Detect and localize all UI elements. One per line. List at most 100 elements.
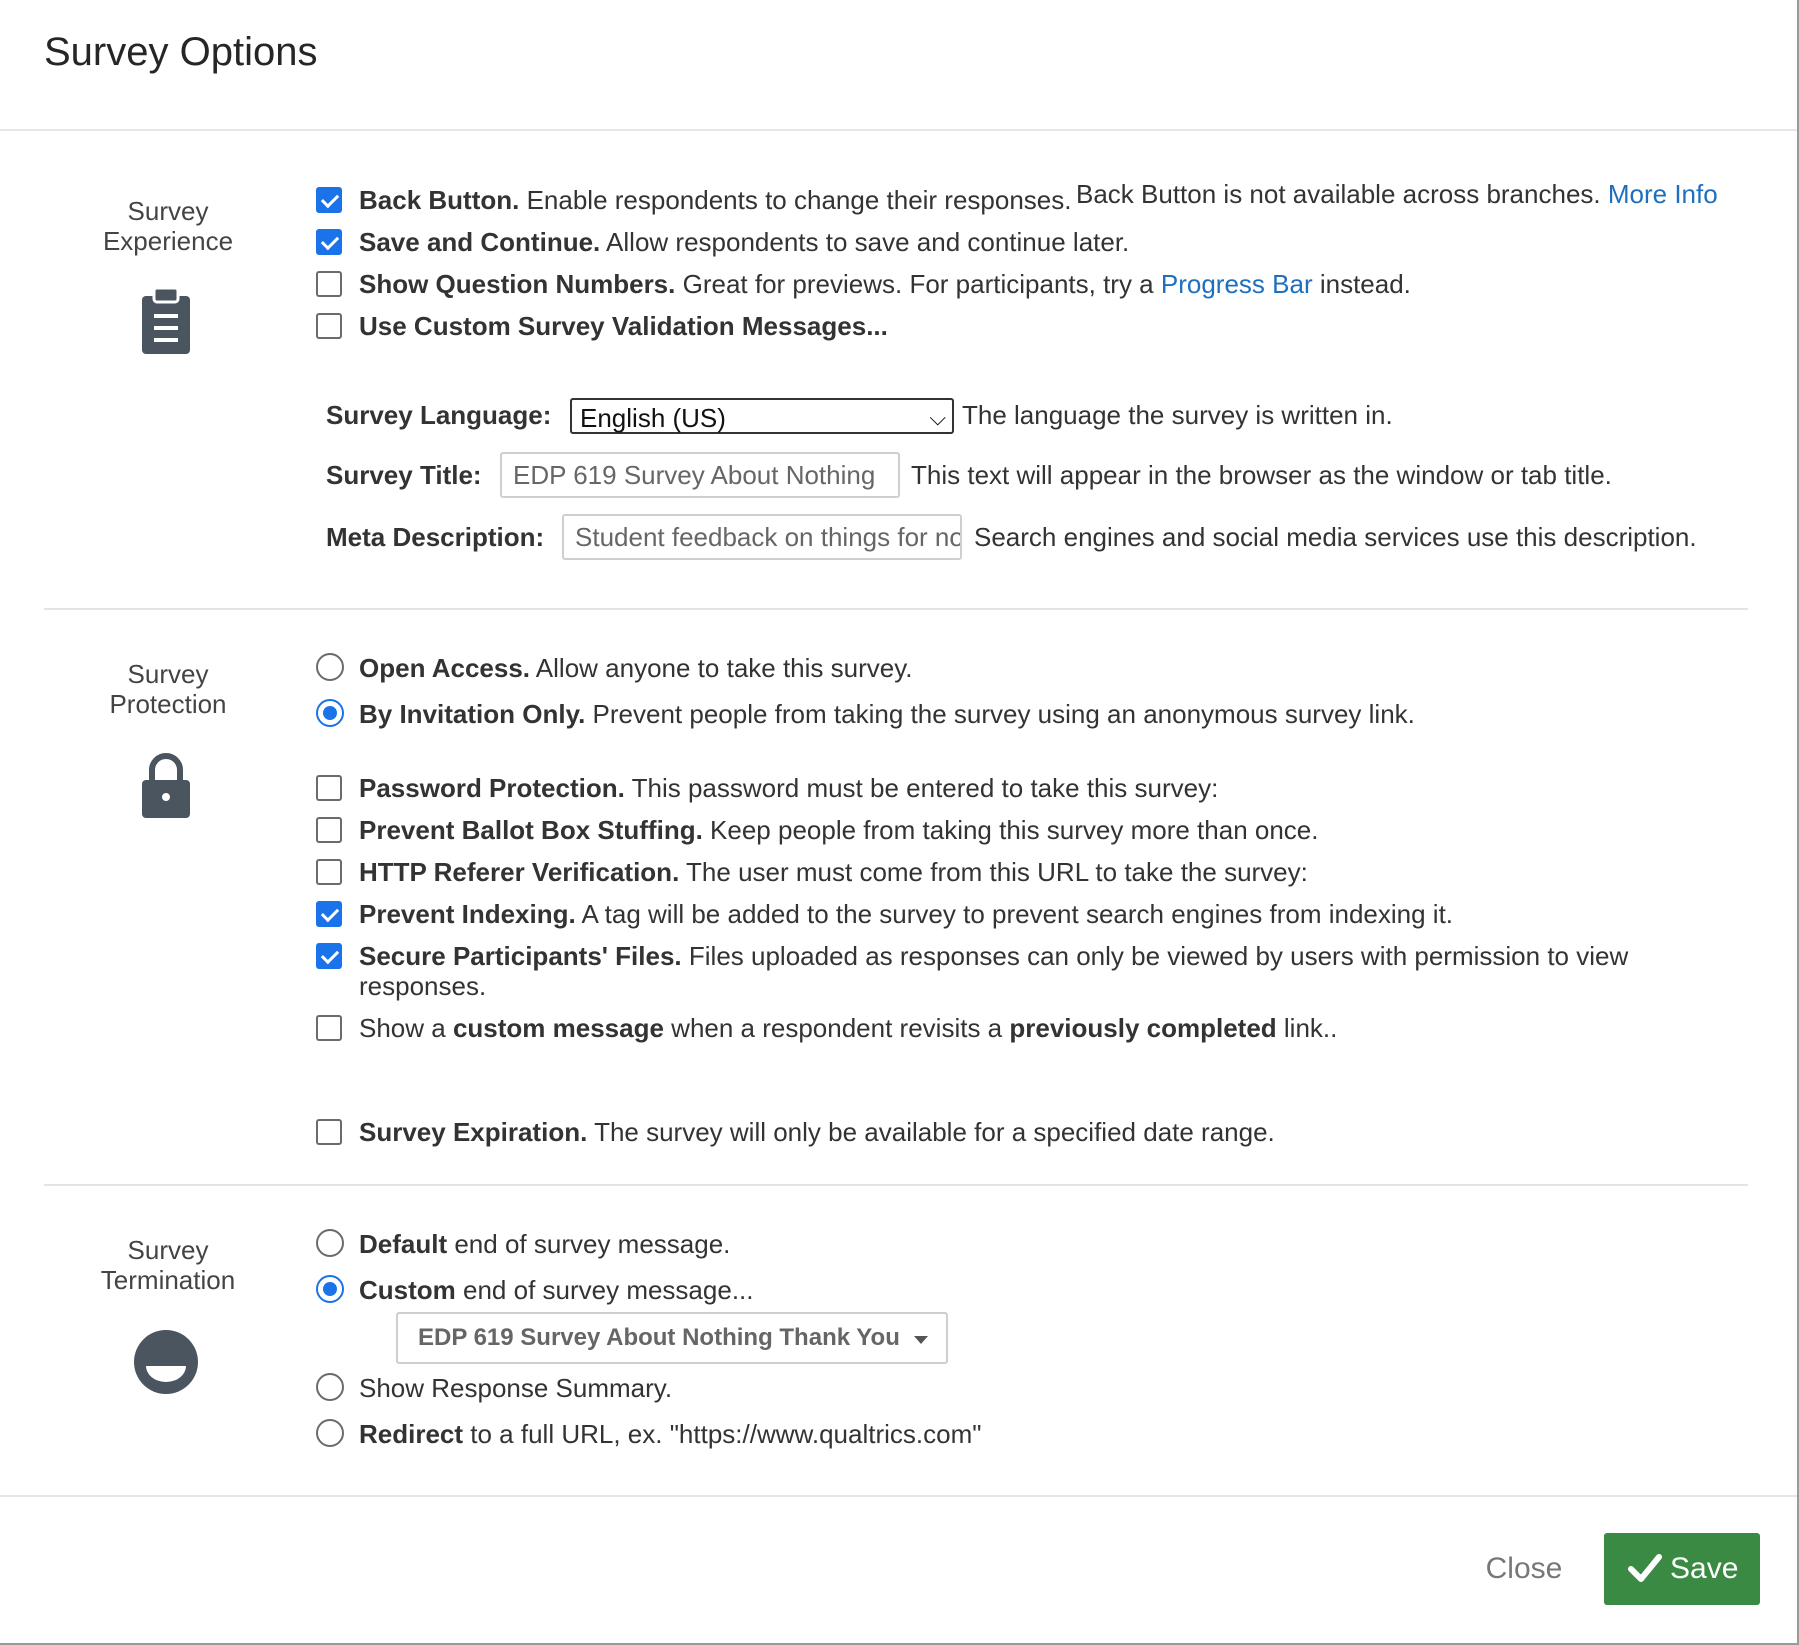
section-label-line: Survey (127, 659, 209, 689)
option-desc: end of survey message. (447, 1229, 731, 1259)
meta-description-desc: Search engines and social media services… (974, 522, 1697, 552)
footer-divider (0, 1495, 1797, 1497)
section-label-termination: Survey Termination (48, 1235, 288, 1295)
password-protection-checkbox[interactable] (316, 775, 342, 801)
section-label-line: Protection (109, 689, 227, 719)
option-title: Save and Continue. (359, 227, 601, 257)
checkmark-icon (1628, 1554, 1662, 1582)
survey-language-select[interactable]: English (US) ⌵ (570, 398, 954, 434)
option-desc: A tag will be added to the survey to pre… (575, 899, 1454, 929)
option-title: By Invitation Only. (359, 699, 586, 729)
option-title: Survey Expiration. (359, 1117, 588, 1147)
custom-end-message-radio[interactable] (316, 1275, 344, 1303)
option-desc: Allow anyone to take this survey. (530, 653, 913, 683)
option-text: Show Response Summary. (359, 1373, 672, 1403)
option-title: Prevent Ballot Box Stuffing. (359, 815, 703, 845)
http-referer-checkbox[interactable] (316, 859, 342, 885)
option-text: Survey Expiration. The survey will only … (359, 1117, 1275, 1147)
option-text: Back Button. Enable respondents to chang… (359, 185, 1072, 215)
option-text: Redirect to a full URL, ex. "https://www… (359, 1419, 981, 1449)
secure-files-checkbox[interactable] (316, 943, 342, 969)
caret-down-icon (914, 1336, 928, 1344)
option-desc: instead. (1312, 269, 1411, 299)
option-title: Back Button. (359, 185, 520, 215)
survey-title-label: Survey Title: (326, 460, 482, 490)
section-divider (44, 608, 1748, 610)
option-desc: The user must come from this URL to take… (679, 857, 1308, 887)
option-desc: Allow respondents to save and continue l… (600, 227, 1130, 257)
survey-options-dialog: Survey Options Survey Experience Back Bu… (0, 0, 1799, 1645)
option-text: Show Question Numbers. Great for preview… (359, 269, 1411, 299)
header-divider (0, 129, 1797, 131)
by-invitation-radio[interactable] (316, 699, 344, 727)
save-button[interactable]: Save (1604, 1533, 1760, 1605)
option-text: Custom end of survey message... (359, 1275, 754, 1305)
question-numbers-checkbox[interactable] (316, 271, 342, 297)
option-text: Password Protection. This password must … (359, 773, 1218, 803)
option-text: Save and Continue. Allow respondents to … (359, 227, 1129, 257)
dialog-title: Survey Options (44, 30, 318, 74)
option-title: Custom (359, 1275, 456, 1305)
option-title: Use Custom Survey Validation Messages... (359, 311, 888, 341)
meta-description-input[interactable]: Student feedback on things for nothing (562, 514, 962, 560)
option-desc: end of survey message... (455, 1275, 754, 1305)
option-desc: Keep people from taking this survey more… (702, 815, 1319, 845)
back-button-note: Back Button is not available across bran… (1076, 179, 1718, 209)
option-text: Default end of survey message. (359, 1229, 730, 1259)
end-message-dropdown[interactable]: EDP 619 Survey About Nothing Thank You (396, 1312, 948, 1364)
lock-icon (142, 753, 190, 818)
custom-validation-checkbox[interactable] (316, 313, 342, 339)
option-desc: This password must be entered to take th… (624, 773, 1219, 803)
option-desc: The survey will only be available for a … (587, 1117, 1275, 1147)
survey-expiration-checkbox[interactable] (316, 1119, 342, 1145)
progress-bar-link[interactable]: Progress Bar (1161, 269, 1313, 299)
section-label-line: Survey (127, 196, 209, 226)
close-button[interactable]: Close (1476, 1546, 1572, 1592)
option-desc: Show Response Summary. (359, 1373, 673, 1403)
option-emphasis: previously completed (1009, 1013, 1277, 1043)
option-title: Open Access. (359, 653, 531, 683)
survey-language-desc: The language the survey is written in. (962, 400, 1393, 430)
back-button-checkbox[interactable] (316, 187, 342, 213)
default-message-radio[interactable] (316, 1229, 344, 1257)
prevent-indexing-checkbox[interactable] (316, 901, 342, 927)
save-button-label: Save (1670, 1552, 1739, 1585)
smiley-icon (134, 1330, 198, 1394)
section-label-line: Survey (127, 1235, 209, 1265)
option-text: Use Custom Survey Validation Messages... (359, 311, 888, 341)
option-title: Prevent Indexing. (359, 899, 576, 929)
ballot-box-checkbox[interactable] (316, 817, 342, 843)
save-continue-checkbox[interactable] (316, 229, 342, 255)
option-desc: link.. (1276, 1013, 1338, 1043)
option-desc: Show a (359, 1013, 453, 1043)
option-title: Show Question Numbers. (359, 269, 676, 299)
open-access-radio[interactable] (316, 653, 344, 681)
note-text: Back Button is not available across bran… (1076, 179, 1601, 209)
survey-title-desc: This text will appear in the browser as … (911, 460, 1612, 490)
survey-title-input[interactable]: EDP 619 Survey About Nothing (500, 452, 900, 498)
option-text: Secure Participants' Files. Files upload… (359, 941, 1679, 1001)
option-text: Show a custom message when a respondent … (359, 1013, 1337, 1043)
more-info-link[interactable]: More Info (1608, 179, 1718, 209)
option-title: Password Protection. (359, 773, 625, 803)
selected-language: English (US) (580, 403, 726, 433)
section-divider (44, 1184, 1748, 1186)
response-summary-radio[interactable] (316, 1373, 344, 1401)
custom-message-checkbox[interactable] (316, 1015, 342, 1041)
survey-language-label: Survey Language: (326, 400, 552, 430)
option-text: Prevent Ballot Box Stuffing. Keep people… (359, 815, 1318, 845)
option-desc: to a full URL, ex. "https://www.qualtric… (463, 1419, 982, 1449)
option-emphasis: custom message (452, 1013, 664, 1043)
end-message-selected: EDP 619 Survey About Nothing Thank You (418, 1324, 900, 1351)
redirect-radio[interactable] (316, 1419, 344, 1447)
option-title: Secure Participants' Files. (359, 941, 682, 971)
option-text: Prevent Indexing. A tag will be added to… (359, 899, 1453, 929)
option-desc: Great for previews. For participants, tr… (675, 269, 1161, 299)
clipboard-icon (142, 286, 190, 354)
option-text: Open Access. Allow anyone to take this s… (359, 653, 913, 683)
chevron-down-icon: ⌵ (929, 405, 946, 430)
section-label-protection: Survey Protection (48, 659, 288, 719)
option-text: By Invitation Only. Prevent people from … (359, 699, 1415, 729)
option-title: Redirect (359, 1419, 464, 1449)
option-desc: Enable respondents to change their respo… (519, 185, 1072, 215)
